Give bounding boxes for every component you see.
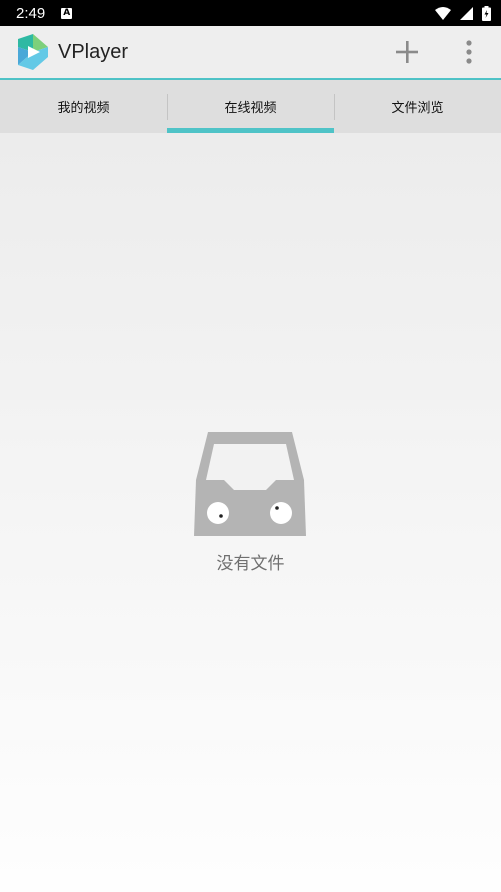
tab-my-videos[interactable]: 我的视频 — [0, 80, 167, 133]
tab-bar: 我的视频 在线视频 文件浏览 — [0, 80, 501, 133]
tab-file-browse[interactable]: 文件浏览 — [334, 80, 501, 133]
app-bar: VPlayer — [0, 26, 501, 78]
status-time: 2:49 — [16, 4, 46, 22]
notification-a-icon: A — [61, 7, 73, 19]
wifi-icon — [435, 6, 451, 20]
vplayer-logo-icon — [18, 34, 48, 70]
add-icon — [396, 41, 418, 63]
status-icons — [435, 5, 491, 21]
app-title: VPlayer — [58, 40, 129, 63]
more-vert-icon — [466, 40, 472, 64]
more-options-button[interactable] — [453, 36, 485, 68]
empty-state-message: 没有文件 — [216, 554, 285, 574]
empty-box-icon — [194, 432, 306, 536]
battery-icon — [482, 5, 491, 21]
app-actions — [391, 36, 485, 68]
status-bar: 2:49 A — [0, 0, 501, 26]
add-button[interactable] — [391, 36, 423, 68]
tab-online-videos[interactable]: 在线视频 — [167, 80, 334, 133]
signal-icon — [460, 6, 473, 20]
